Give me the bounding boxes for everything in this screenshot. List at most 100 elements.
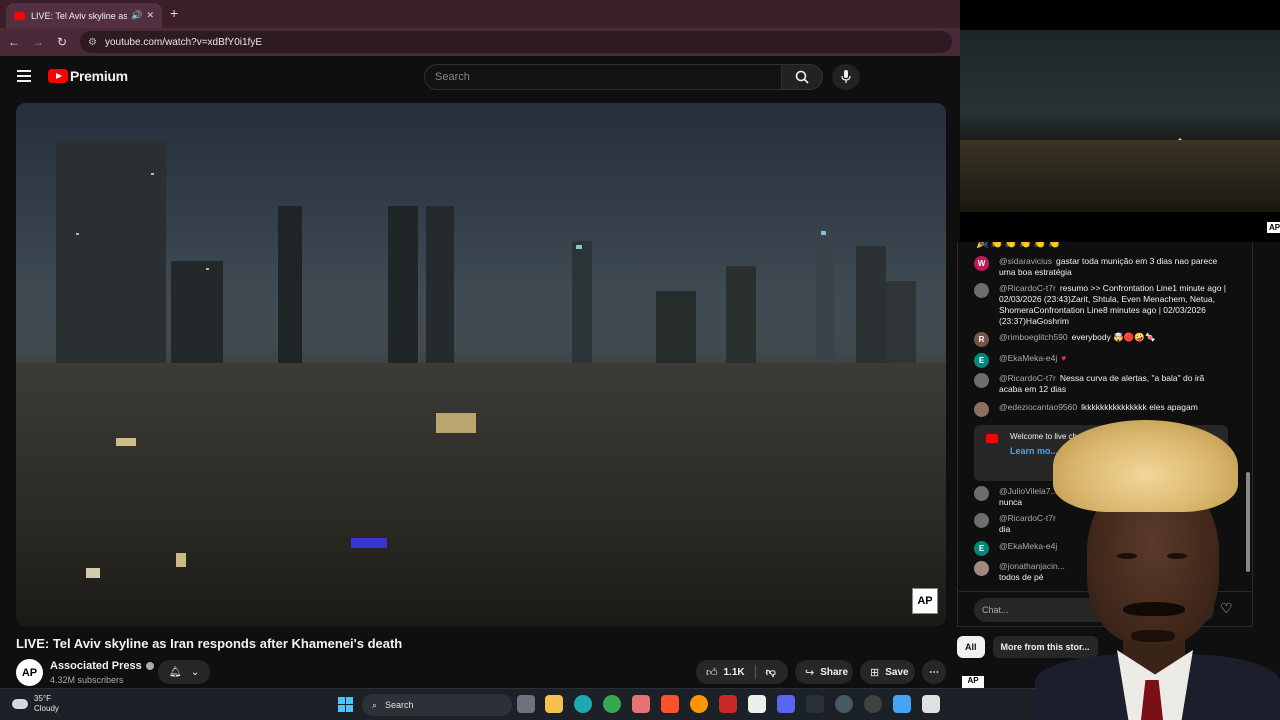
chat-text: everybody — [1071, 332, 1111, 342]
mini-video-preview[interactable] — [960, 30, 1280, 212]
window-light — [576, 245, 582, 249]
chat-message-body: @EkaMeka-e4j ♥ — [999, 353, 1066, 368]
search-input[interactable] — [425, 65, 781, 89]
media-player-icon[interactable] — [864, 695, 882, 713]
weather-text: 35°F Cloudy — [34, 694, 59, 714]
search-icon — [795, 70, 809, 84]
terminal-app-icon[interactable] — [806, 695, 824, 713]
more-dots-icon: ⋯ — [929, 666, 939, 678]
temperature: 35°F — [34, 694, 51, 703]
chat-author: @rimboeglitch590 — [999, 332, 1068, 342]
chat-emoji: ♥ — [1061, 353, 1067, 363]
dislike-button[interactable]: 👎︎ — [756, 660, 786, 684]
edge-browser-icon[interactable] — [574, 695, 592, 713]
save-label: Save — [885, 666, 909, 678]
like-dislike-group: 👍︎ 1.1K 👎︎ — [696, 660, 788, 684]
chat-avatar — [974, 373, 989, 388]
chat-message[interactable]: @RicardoC-t7r Nessa curva de alertas, "a … — [974, 373, 1229, 395]
chat-message[interactable]: W @sidaravicius gastar toda munição em 3 … — [974, 256, 1229, 278]
window-light — [206, 268, 209, 270]
browser-tab-active[interactable]: LIVE: Tel Aviv skyline as Iran 🔊 ✕ — [6, 3, 162, 28]
chat-message-body: @edeziocantao9560 lkkkkkkkkkkkkkkk eles a… — [999, 402, 1198, 417]
brave-browser-icon[interactable] — [661, 695, 679, 713]
vb-app-icon[interactable] — [748, 695, 766, 713]
chat-author: @edeziocantao9560 — [999, 402, 1078, 412]
chat-message[interactable]: @edeziocantao9560 lkkkkkkkkkkkkkkk eles a… — [974, 402, 1229, 417]
file-explorer-icon[interactable] — [545, 695, 563, 713]
emoji-reactions-strip: 🎉👏👏👏👏👏 — [976, 242, 1063, 249]
chat-text: dia — [999, 524, 1011, 534]
voice-search-button[interactable] — [832, 64, 860, 90]
share-label: Share — [820, 666, 849, 678]
chat-avatar — [974, 561, 989, 576]
chat-message-body: @sidaravicius gastar toda munição em 3 di… — [999, 256, 1229, 278]
tab-close-icon[interactable]: ✕ — [146, 10, 154, 21]
weather-widget[interactable]: 35°F Cloudy — [12, 694, 59, 714]
portrait-moustache — [1123, 602, 1185, 616]
url-field[interactable]: ⚙ youtube.com/watch?v=xdBfY0i1fyE — [80, 31, 952, 53]
video-title: LIVE: Tel Aviv skyline as Iran responds … — [16, 636, 403, 651]
notifications-button[interactable]: 🔔︎ ⌄ — [158, 660, 210, 684]
window-light — [821, 231, 826, 235]
chat-author: @RicardoC-t7r — [999, 283, 1056, 293]
tf-app-icon[interactable] — [922, 695, 940, 713]
search-button[interactable] — [781, 64, 823, 90]
city-foreground-buildings — [16, 363, 946, 626]
forward-arrow-icon[interactable]: → — [26, 35, 50, 49]
window-light — [351, 538, 387, 548]
window-light — [76, 233, 79, 235]
chat-author: @sidaravicius — [999, 256, 1053, 266]
bell-icon: 🔔︎ — [168, 666, 182, 678]
channel-avatar[interactable]: AP — [16, 659, 43, 686]
portrait-beard — [1131, 630, 1175, 642]
chat-avatar: E — [974, 541, 989, 556]
search-box — [424, 64, 782, 90]
share-button[interactable]: ↪ Share — [795, 660, 853, 684]
chat-message-body: @RicardoC-t7r resumo >> Confrontation Lin… — [999, 283, 1229, 327]
window-light — [436, 413, 476, 433]
game-app-icon[interactable] — [719, 695, 737, 713]
firefox-browser-icon[interactable] — [690, 695, 708, 713]
chat-author: @EkaMeka-e4j — [999, 353, 1058, 363]
logo-text: Premium — [70, 68, 128, 84]
share-arrow-icon: ↪ — [805, 666, 815, 679]
channel-name[interactable]: Associated Press — [50, 660, 154, 672]
chat-avatar: E — [974, 353, 989, 368]
chat-avatar: R — [974, 332, 989, 347]
video-player[interactable]: AP — [16, 103, 946, 626]
save-button[interactable]: ⊞ Save — [860, 660, 915, 684]
reload-icon[interactable]: ↻ — [50, 35, 74, 49]
youtube-premium-logo[interactable]: Premium — [48, 68, 128, 84]
chat-message[interactable]: R @rimboeglitch590 everybody 🤯🔴🤪🍬 — [974, 332, 1229, 347]
subscriber-count: 4.32M subscribers — [50, 675, 124, 685]
steam-app-icon[interactable] — [835, 695, 853, 713]
chip-all[interactable]: All — [957, 636, 985, 658]
ap-watermark: AP — [912, 588, 938, 614]
chat-avatar — [974, 402, 989, 417]
back-arrow-icon[interactable]: ← — [2, 35, 26, 49]
chat-message[interactable]: @RicardoC-t7r resumo >> Confrontation Lin… — [974, 283, 1229, 327]
hamburger-menu-icon[interactable] — [17, 70, 31, 82]
task-view-icon[interactable] — [517, 695, 535, 713]
chrome-browser-icon[interactable] — [603, 695, 621, 713]
site-info-icon[interactable]: ⚙ — [88, 37, 97, 48]
chat-avatar — [974, 513, 989, 528]
microphone-icon — [841, 70, 851, 83]
browser-tab-bar: LIVE: Tel Aviv skyline as Iran 🔊 ✕ + — [0, 0, 960, 28]
taskbar-search[interactable]: ⌕ Search — [362, 694, 512, 716]
audio-playing-icon[interactable]: 🔊 — [131, 10, 142, 21]
youtube-play-logo-icon — [48, 69, 68, 83]
start-button-icon[interactable] — [338, 697, 353, 712]
chat-message[interactable]: E @EkaMeka-e4j ♥ — [974, 353, 1229, 368]
calendar-app-icon[interactable] — [632, 695, 650, 713]
chat-avatar — [974, 283, 989, 298]
photos-app-icon[interactable] — [893, 695, 911, 713]
verified-badge-icon — [145, 662, 154, 670]
portrait-right-eye — [1167, 553, 1187, 559]
discord-app-icon[interactable] — [777, 695, 795, 713]
taskbar-search-label: Search — [385, 700, 414, 710]
new-tab-button[interactable]: + — [170, 5, 178, 21]
more-actions-button[interactable]: ⋯ — [922, 660, 946, 684]
like-button[interactable]: 👍︎ 1.1K — [696, 660, 755, 684]
like-count: 1.1K — [723, 666, 745, 678]
